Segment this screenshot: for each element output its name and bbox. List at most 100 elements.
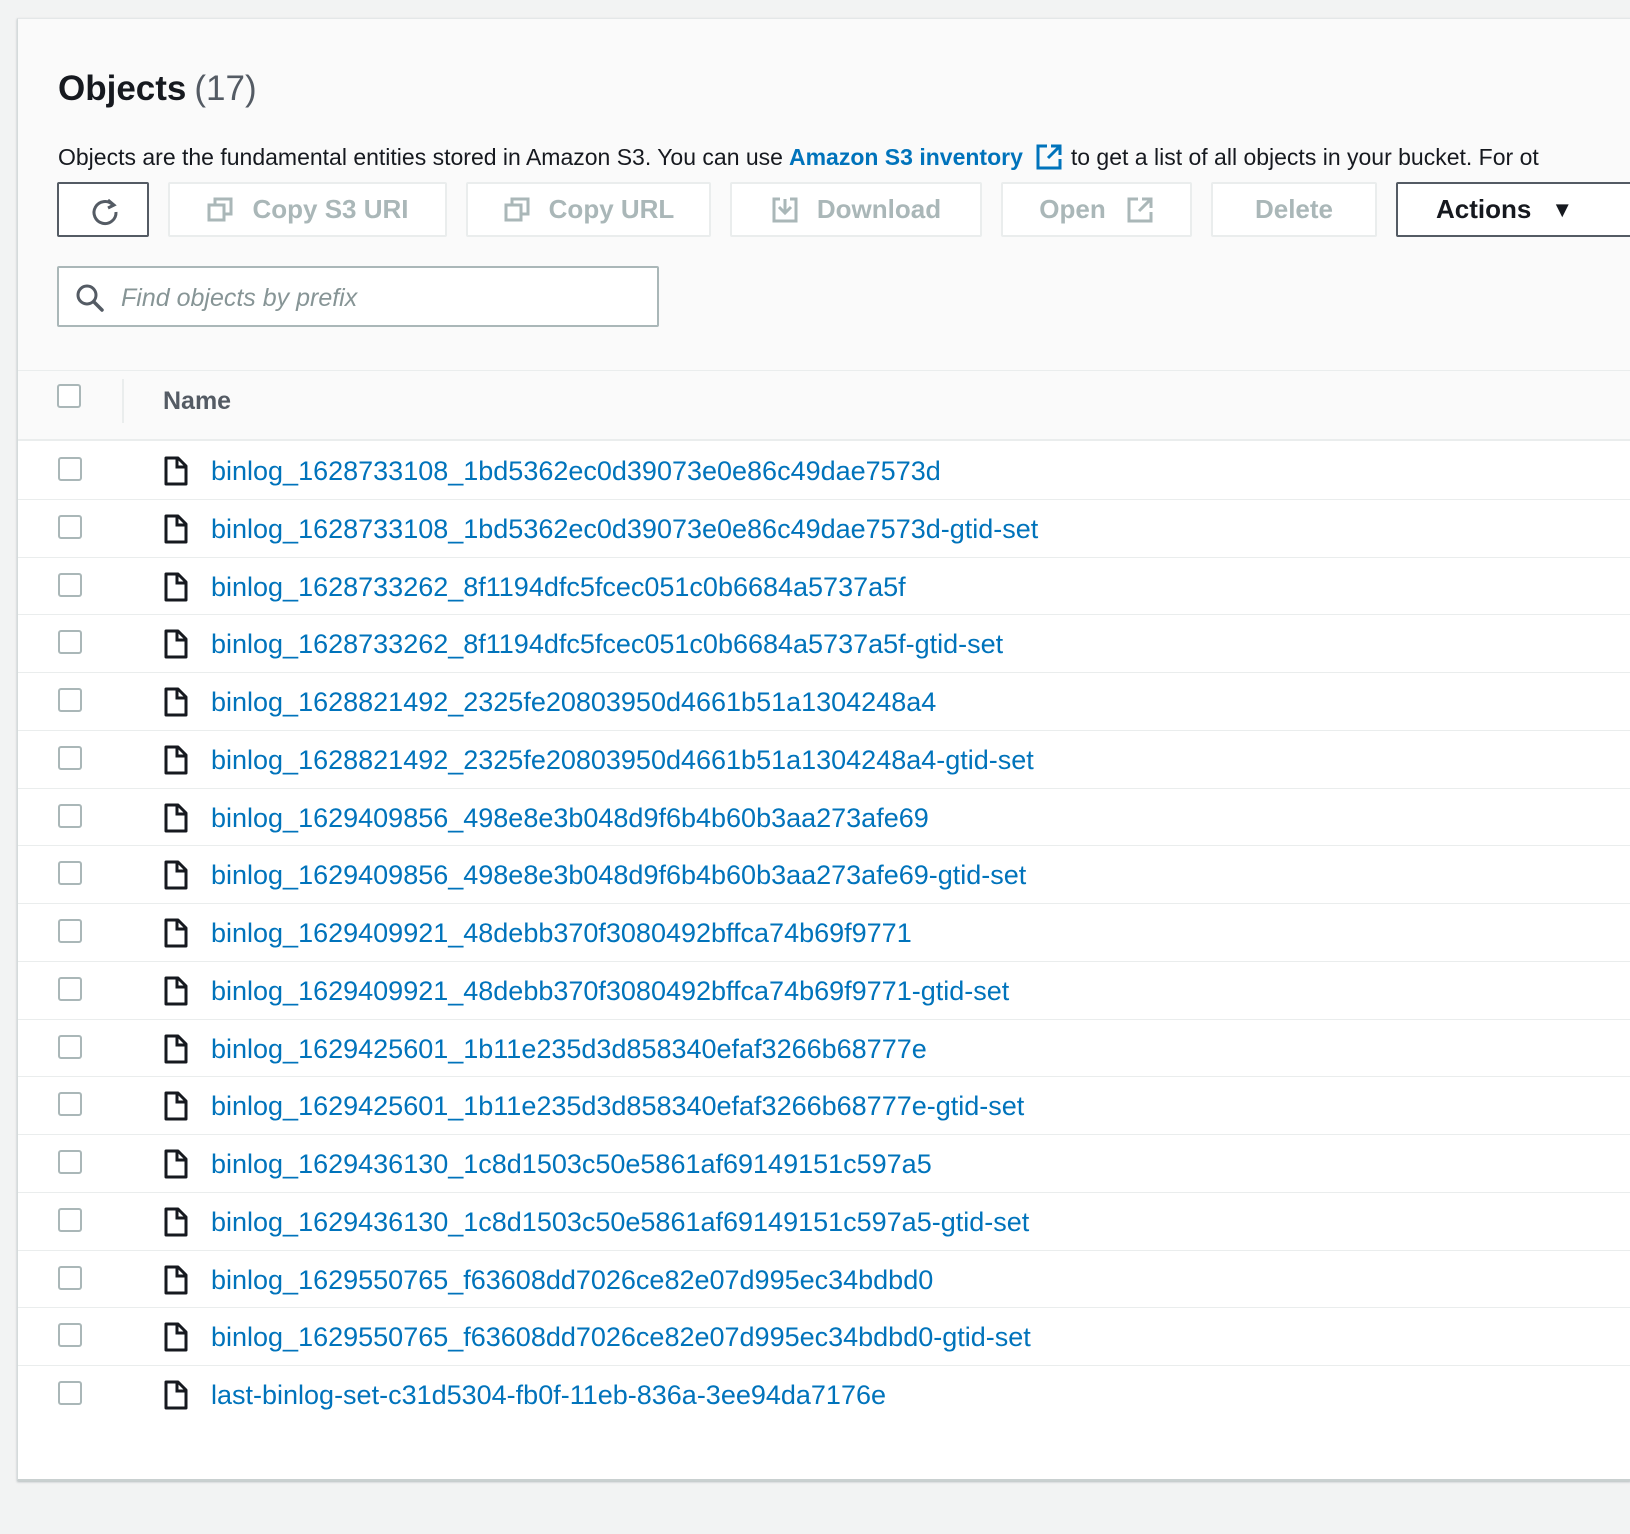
- copy-url-label: Copy URL: [548, 194, 675, 224]
- download-label: Download: [816, 194, 942, 224]
- row-checkbox[interactable]: [58, 861, 82, 886]
- object-name-link[interactable]: binlog_1629425601_1b11e235d3d858340efaf3…: [211, 1032, 927, 1066]
- row-checkbox[interactable]: [58, 803, 82, 828]
- row-checkbox[interactable]: [58, 1323, 82, 1348]
- objects-table-body: binlog_1628733108_1bd5362ec0d39073e0e86c…: [18, 442, 1630, 1424]
- column-divider[interactable]: [122, 379, 124, 423]
- file-icon: [164, 1149, 188, 1179]
- delete-button[interactable]: Delete: [1211, 182, 1377, 237]
- actions-dropdown-button[interactable]: Actions ▼: [1396, 182, 1630, 237]
- copy-s3-uri-label: Copy S3 URI: [252, 194, 409, 224]
- description-text: Objects are the fundamental entities sto…: [58, 144, 783, 170]
- row-checkbox[interactable]: [58, 572, 82, 597]
- file-icon: [164, 1380, 188, 1410]
- s3-inventory-link[interactable]: Amazon S3 inventory: [789, 141, 1023, 173]
- table-row: binlog_1628733108_1bd5362ec0d39073e0e86c…: [18, 442, 1630, 500]
- row-checkbox[interactable]: [58, 1207, 82, 1232]
- table-header: Name: [18, 371, 1630, 441]
- search-box[interactable]: [57, 266, 659, 327]
- download-button[interactable]: Download: [730, 182, 982, 237]
- file-icon: [164, 1034, 188, 1064]
- object-name-link[interactable]: binlog_1628733262_8f1194dfc5fcec051c0b66…: [211, 570, 906, 604]
- select-all-checkbox[interactable]: [57, 384, 81, 408]
- table-row: binlog_1628821492_2325fe20803950d4661b51…: [18, 673, 1630, 731]
- object-name-link[interactable]: binlog_1629409856_498e8e3b048d9f6b4b60b3…: [211, 801, 929, 835]
- object-count: (17): [194, 69, 257, 108]
- file-icon: [164, 1207, 188, 1237]
- object-name-link[interactable]: binlog_1628821492_2325fe20803950d4661b51…: [211, 743, 1034, 777]
- row-checkbox[interactable]: [58, 1381, 82, 1405]
- object-name-link[interactable]: binlog_1629409921_48debb370f3080492bffca…: [211, 974, 1009, 1008]
- object-name-link[interactable]: binlog_1629436130_1c8d1503c50e5861af6914…: [211, 1205, 1029, 1239]
- row-checkbox[interactable]: [58, 1150, 82, 1174]
- external-link-icon: [1126, 196, 1154, 224]
- object-name-link[interactable]: binlog_1629550765_f63608dd7026ce82e07d99…: [211, 1263, 933, 1297]
- row-checkbox[interactable]: [58, 457, 82, 481]
- row-checkbox[interactable]: [58, 976, 82, 1001]
- table-row: binlog_1629550765_f63608dd7026ce82e07d99…: [18, 1308, 1630, 1366]
- table-row: binlog_1628733262_8f1194dfc5fcec051c0b66…: [18, 615, 1630, 673]
- objects-panel: Objects (17) Objects are the fundamental …: [17, 18, 1630, 1481]
- caret-down-icon: ▼: [1551, 196, 1574, 222]
- object-name-link[interactable]: binlog_1628733108_1bd5362ec0d39073e0e86c…: [211, 512, 1038, 546]
- row-checkbox[interactable]: [58, 1034, 82, 1059]
- copy-icon: [206, 196, 234, 224]
- table-row: binlog_1628733108_1bd5362ec0d39073e0e86c…: [18, 500, 1630, 558]
- row-checkbox[interactable]: [58, 1265, 82, 1290]
- row-checkbox[interactable]: [58, 688, 82, 712]
- download-icon: [771, 196, 799, 224]
- object-name-link[interactable]: binlog_1629436130_1c8d1503c50e5861af6914…: [211, 1147, 932, 1181]
- table-row: binlog_1629425601_1b11e235d3d858340efaf3…: [18, 1077, 1630, 1135]
- title-text: Objects: [58, 69, 187, 108]
- object-name-link[interactable]: binlog_1629425601_1b11e235d3d858340efaf3…: [211, 1089, 1024, 1123]
- file-icon: [164, 803, 188, 833]
- file-icon: [164, 514, 188, 544]
- table-row: binlog_1629436130_1c8d1503c50e5861af6914…: [18, 1193, 1630, 1251]
- file-icon: [164, 687, 188, 717]
- row-checkbox[interactable]: [58, 919, 82, 943]
- table-row: binlog_1629409856_498e8e3b048d9f6b4b60b3…: [18, 846, 1630, 904]
- file-icon: [164, 860, 188, 890]
- file-icon: [164, 456, 188, 486]
- object-name-link[interactable]: last-binlog-set-c31d5304-fb0f-11eb-836a-…: [211, 1378, 886, 1412]
- open-label: Open: [1039, 194, 1106, 224]
- objects-description: Objects are the fundamental entities sto…: [58, 141, 1539, 173]
- open-button[interactable]: Open: [1001, 182, 1192, 237]
- row-checkbox[interactable]: [58, 1092, 82, 1117]
- table-row: last-binlog-set-c31d5304-fb0f-11eb-836a-…: [18, 1366, 1630, 1424]
- external-link-icon[interactable]: [1035, 143, 1063, 171]
- object-name-link[interactable]: binlog_1628821492_2325fe20803950d4661b51…: [211, 685, 936, 719]
- table-row: binlog_1629436130_1c8d1503c50e5861af6914…: [18, 1135, 1630, 1193]
- table-row: binlog_1629409921_48debb370f3080492bffca…: [18, 962, 1630, 1020]
- copy-icon: [503, 196, 531, 224]
- name-column-header[interactable]: Name: [163, 381, 231, 421]
- refresh-icon: [89, 196, 118, 225]
- object-name-link[interactable]: binlog_1628733108_1bd5362ec0d39073e0e86c…: [211, 454, 941, 488]
- file-icon: [164, 976, 188, 1006]
- actions-label: Actions: [1436, 194, 1532, 224]
- table-row: binlog_1629409921_48debb370f3080492bffca…: [18, 904, 1630, 962]
- object-name-link[interactable]: binlog_1629550765_f63608dd7026ce82e07d99…: [211, 1320, 1031, 1354]
- table-row: binlog_1629550765_f63608dd7026ce82e07d99…: [18, 1251, 1630, 1309]
- file-icon: [164, 1091, 188, 1121]
- file-icon: [164, 745, 188, 775]
- search-icon: [75, 283, 105, 313]
- objects-header: Objects (17) Objects are the fundamental …: [18, 19, 1630, 371]
- table-row: binlog_1629409856_498e8e3b048d9f6b4b60b3…: [18, 789, 1630, 847]
- page-title: Objects (17): [58, 67, 257, 111]
- object-name-link[interactable]: binlog_1629409856_498e8e3b048d9f6b4b60b3…: [211, 858, 1026, 892]
- file-icon: [164, 1265, 188, 1295]
- object-name-link[interactable]: binlog_1628733262_8f1194dfc5fcec051c0b66…: [211, 627, 1003, 661]
- search-input[interactable]: [119, 276, 643, 320]
- row-checkbox[interactable]: [58, 745, 82, 770]
- refresh-button[interactable]: [57, 182, 149, 237]
- table-row: binlog_1628821492_2325fe20803950d4661b51…: [18, 731, 1630, 789]
- table-row: binlog_1628733262_8f1194dfc5fcec051c0b66…: [18, 558, 1630, 616]
- copy-s3-uri-button[interactable]: Copy S3 URI: [168, 182, 447, 237]
- file-icon: [164, 629, 188, 659]
- description-text-continued: to get a list of all objects in your buc…: [1070, 144, 1539, 170]
- copy-url-button[interactable]: Copy URL: [466, 182, 711, 237]
- row-checkbox[interactable]: [58, 630, 82, 655]
- object-name-link[interactable]: binlog_1629409921_48debb370f3080492bffca…: [211, 916, 912, 950]
- row-checkbox[interactable]: [58, 514, 82, 539]
